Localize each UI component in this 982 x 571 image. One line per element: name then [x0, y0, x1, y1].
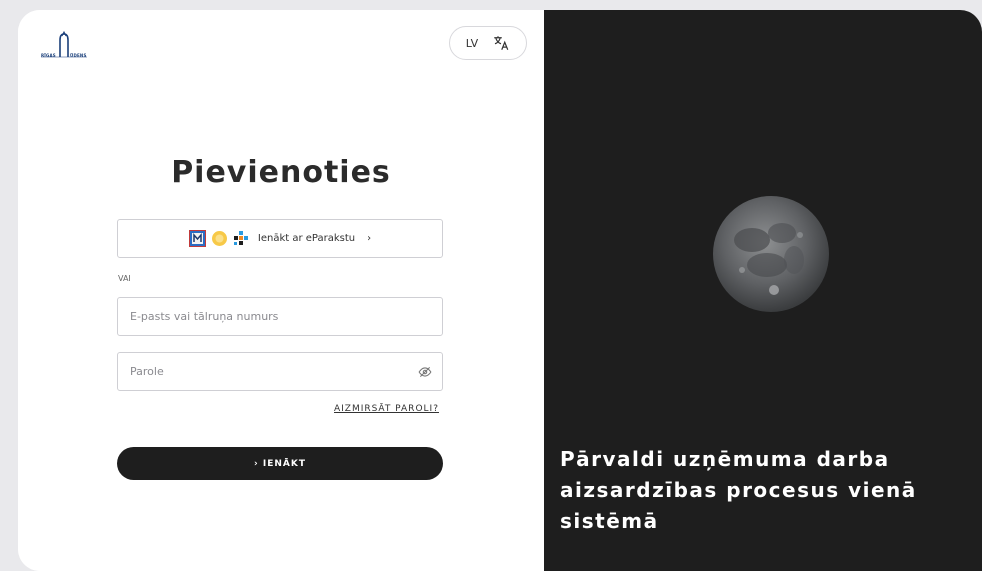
logo-right-text: ŪDENS	[70, 53, 87, 58]
email-field-wrapper	[117, 297, 443, 336]
or-separator: VAI	[118, 274, 131, 283]
page-title: Pievienoties	[171, 155, 391, 190]
language-switcher[interactable]: LV	[449, 26, 527, 60]
chevron-right-icon: ›	[367, 233, 372, 244]
smart-id-card-icon	[188, 230, 206, 247]
forgot-password-link[interactable]: AIZMIRSĀT PAROLI?	[334, 404, 439, 414]
login-submit-button[interactable]: › IENĀKT	[117, 447, 443, 480]
translate-icon	[494, 36, 509, 50]
password-input[interactable]	[128, 364, 418, 379]
login-panel: RĪGAS ŪDENS LV Pievienoties Ienākt ar eP…	[18, 10, 544, 571]
email-input[interactable]	[128, 309, 432, 324]
eparaksts-icons	[188, 230, 250, 247]
logo-left-text: RĪGAS	[41, 53, 56, 58]
promo-tagline: Pārvaldi uzņēmuma darba aizsardzības pro…	[560, 447, 917, 533]
mobile-id-icon	[233, 231, 248, 245]
eye-off-icon[interactable]	[418, 365, 432, 379]
eparaksts-label: Ienākt ar eParakstu	[257, 233, 356, 244]
language-code: LV	[465, 36, 479, 50]
sun-badge-icon	[211, 231, 227, 246]
moon-image	[713, 196, 829, 312]
eparaksts-login-button[interactable]: Ienākt ar eParakstu ›	[117, 219, 443, 258]
promo-panel: Pārvaldi uzņēmuma darba aizsardzības pro…	[544, 10, 982, 571]
rigas-udens-logo[interactable]: RĪGAS ŪDENS	[38, 30, 90, 60]
login-card: RĪGAS ŪDENS LV Pievienoties Ienākt ar eP…	[18, 10, 982, 571]
password-field-wrapper	[117, 352, 443, 391]
